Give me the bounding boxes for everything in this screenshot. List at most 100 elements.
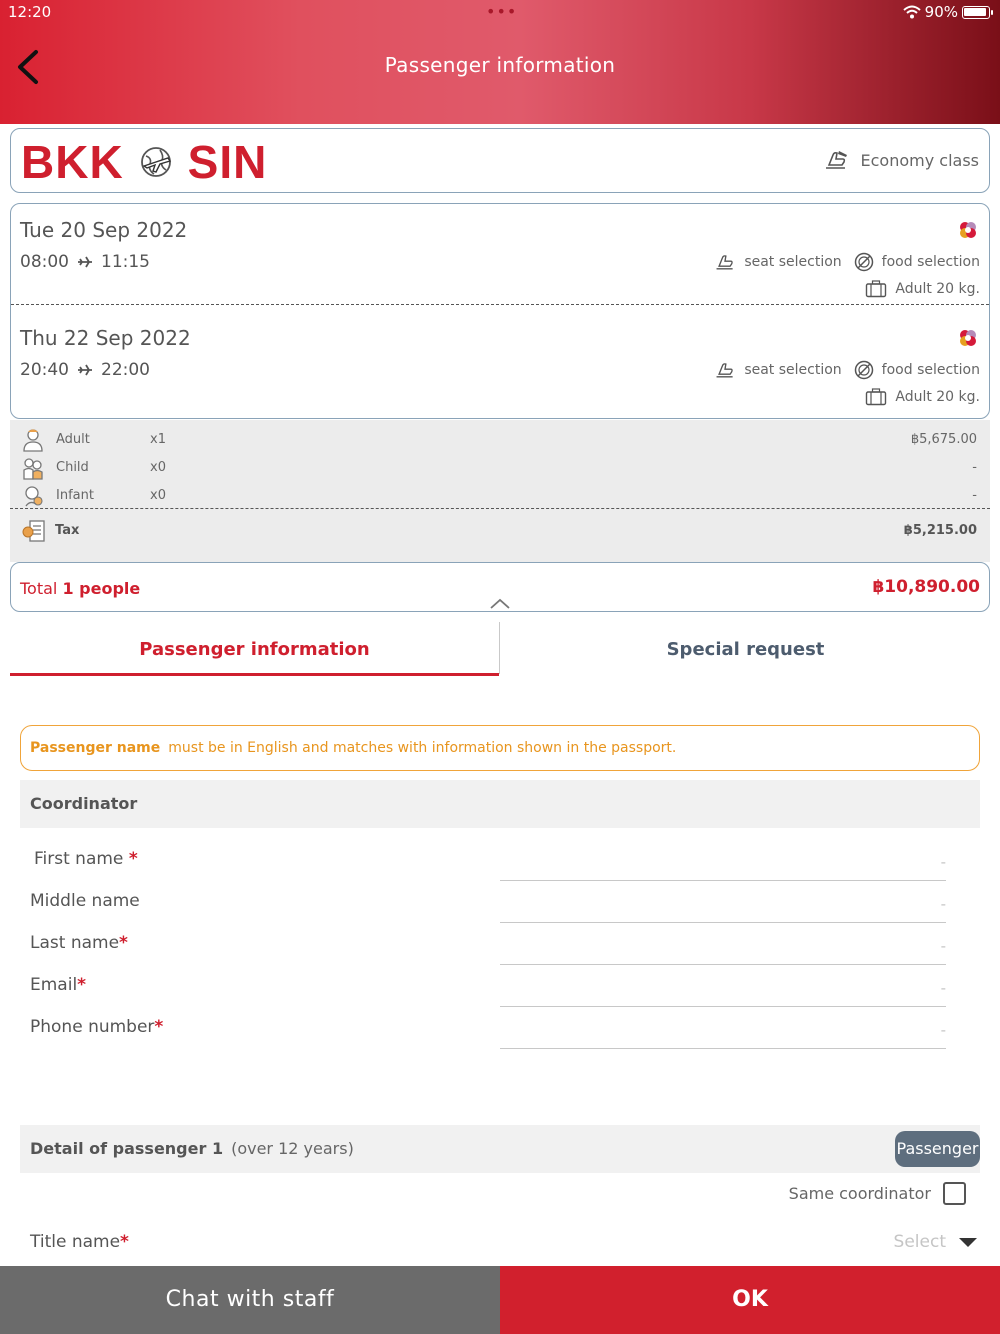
food-selection-label[interactable]: food selection bbox=[882, 362, 980, 378]
passenger-type: Child bbox=[56, 460, 89, 475]
baggage-allowance: Adult 20 kg. bbox=[865, 388, 980, 406]
title-name-select[interactable]: Select bbox=[894, 1232, 978, 1252]
required-marker: * bbox=[120, 1232, 129, 1252]
multitasking-dots[interactable]: ••• bbox=[486, 2, 517, 21]
field-label-text: Last name bbox=[30, 933, 120, 953]
flight-leg: Thu 22 Sep 2022 20:40 22:00 seat selecti… bbox=[11, 312, 989, 412]
field-label-text: First name bbox=[34, 849, 124, 869]
tax-amount: ฿5,215.00 bbox=[903, 523, 977, 538]
passenger-row-infant: Infant x0 - bbox=[10, 484, 990, 508]
passenger-type: Infant bbox=[56, 488, 94, 503]
child-icon bbox=[23, 458, 43, 480]
ok-button[interactable]: OK bbox=[500, 1266, 1000, 1334]
leg-divider bbox=[11, 304, 989, 305]
coordinator-title: Coordinator bbox=[30, 794, 138, 813]
flight-times: 08:00 11:15 bbox=[20, 252, 150, 272]
flight-date: Thu 22 Sep 2022 bbox=[20, 326, 191, 350]
route-card: BKK SIN Economy class bbox=[10, 128, 990, 193]
field-label-text: Middle name bbox=[30, 891, 140, 911]
destination-airport: SIN bbox=[187, 136, 268, 188]
field-label-text: Phone number bbox=[30, 1017, 155, 1037]
cabin-class-label: Economy class bbox=[860, 150, 979, 170]
food-icon bbox=[854, 360, 873, 380]
flight-services: seat selection food selection bbox=[714, 252, 980, 272]
passenger-amount: ฿5,675.00 bbox=[910, 432, 977, 447]
tax-divider bbox=[10, 508, 990, 509]
tab-bar: Passenger information Special request bbox=[10, 622, 990, 676]
last-name-input[interactable] bbox=[500, 927, 946, 965]
chat-with-staff-button[interactable]: Chat with staff bbox=[0, 1266, 500, 1334]
price-breakdown: Adult x1 ฿5,675.00 Child x0 - Infant x0 … bbox=[10, 420, 990, 562]
total-label: Total bbox=[20, 579, 58, 598]
wifi-icon bbox=[902, 5, 921, 19]
passenger-amount: - bbox=[972, 460, 977, 475]
middle-name-field: Middle name bbox=[0, 885, 1000, 927]
passenger-amount: - bbox=[972, 488, 977, 503]
arrival-time: 22:00 bbox=[101, 360, 150, 380]
arrival-time: 11:15 bbox=[101, 252, 150, 272]
food-icon bbox=[854, 252, 873, 272]
email-field: Email* bbox=[0, 969, 1000, 1011]
total-summary: Total 1 people bbox=[20, 579, 140, 598]
title-name-label: Title name* bbox=[30, 1232, 129, 1252]
flight-services: seat selection food selection bbox=[714, 360, 980, 380]
adult-icon bbox=[23, 429, 43, 452]
last-name-field: Last name* bbox=[0, 927, 1000, 969]
same-coordinator-checkbox[interactable] bbox=[943, 1182, 966, 1205]
globe-plane-icon bbox=[140, 147, 171, 177]
first-name-input[interactable] bbox=[500, 843, 946, 881]
food-selection-label[interactable]: food selection bbox=[882, 254, 980, 270]
caret-down-icon bbox=[959, 1238, 977, 1247]
passenger-row-adult: Adult x1 ฿5,675.00 bbox=[10, 428, 990, 452]
required-marker: * bbox=[128, 849, 138, 869]
select-placeholder: Select bbox=[893, 1232, 946, 1252]
seat-selection-label[interactable]: seat selection bbox=[744, 362, 841, 378]
tab-special-request[interactable]: Special request bbox=[501, 622, 990, 676]
seat-icon bbox=[716, 363, 734, 378]
app-header: 12:20 ••• 90% Passenger information bbox=[0, 0, 1000, 124]
flight-date: Tue 20 Sep 2022 bbox=[20, 218, 188, 242]
tab-divider bbox=[499, 622, 500, 674]
route: BKK SIN bbox=[21, 135, 267, 189]
email-input[interactable] bbox=[500, 969, 946, 1007]
same-coordinator-option[interactable]: Same coordinator bbox=[789, 1182, 966, 1205]
passenger-count: x1 bbox=[150, 432, 166, 447]
baggage-label: Adult 20 kg. bbox=[895, 281, 980, 297]
battery-icon bbox=[962, 5, 993, 19]
tab-passenger-information[interactable]: Passenger information bbox=[10, 622, 499, 676]
luggage-icon bbox=[866, 388, 887, 406]
phone-number-input[interactable] bbox=[500, 1011, 946, 1049]
coordinator-heading: Coordinator bbox=[20, 780, 980, 828]
passenger-count: x0 bbox=[150, 460, 166, 475]
passport-name-notice: Passenger name must be in English and mat… bbox=[20, 725, 980, 771]
battery-percent: 90% bbox=[924, 3, 958, 21]
field-label-text: Title name bbox=[30, 1232, 121, 1252]
infant-icon bbox=[25, 486, 43, 507]
total-card[interactable]: Total 1 people ฿10,890.00 bbox=[10, 562, 990, 612]
passenger-age-note: (over 12 years) bbox=[231, 1139, 354, 1158]
required-marker: * bbox=[154, 1017, 164, 1037]
passenger-button[interactable]: Passenger bbox=[895, 1131, 980, 1167]
page-title: Passenger information bbox=[384, 53, 616, 77]
required-marker: * bbox=[77, 975, 87, 995]
cabin-class: Economy class bbox=[823, 149, 979, 171]
plane-icon bbox=[78, 256, 92, 268]
middle-name-input[interactable] bbox=[500, 885, 946, 923]
passenger-type: Adult bbox=[56, 432, 90, 447]
chevron-up-icon[interactable] bbox=[489, 597, 511, 609]
passenger-row-child: Child x0 - bbox=[10, 456, 990, 480]
status-indicators: 90% bbox=[902, 3, 993, 21]
departure-time: 20:40 bbox=[20, 360, 69, 380]
first-name-field: First name * bbox=[0, 843, 1000, 885]
baggage-label: Adult 20 kg. bbox=[895, 389, 980, 405]
seat-icon bbox=[825, 151, 847, 169]
field-label: Email* bbox=[30, 975, 86, 995]
field-label: Last name* bbox=[30, 933, 128, 953]
baggage-allowance: Adult 20 kg. bbox=[865, 280, 980, 298]
notice-bold: Passenger name bbox=[30, 740, 161, 756]
status-time: 12:20 bbox=[8, 3, 52, 21]
passenger-detail-title: Detail of passenger 1 bbox=[30, 1139, 224, 1158]
seat-selection-label[interactable]: seat selection bbox=[744, 254, 841, 270]
flights-card: Tue 20 Sep 2022 08:00 11:15 seat selecti… bbox=[10, 203, 990, 419]
tax-icon bbox=[22, 520, 45, 542]
